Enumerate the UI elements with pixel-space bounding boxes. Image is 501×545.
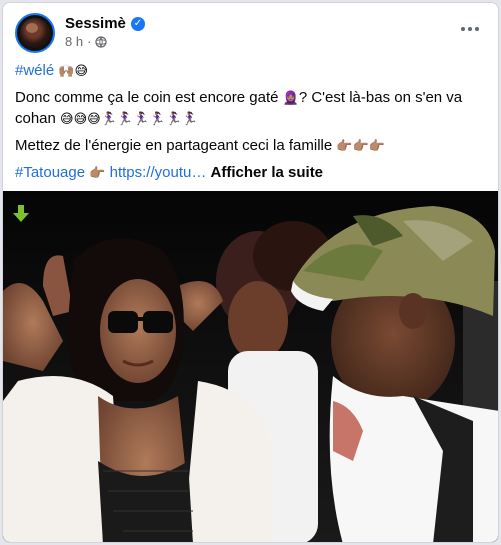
author-row: Sessimè ✓ bbox=[65, 15, 145, 32]
hashtag-wele[interactable]: #wélé bbox=[15, 62, 54, 79]
more-options-icon-dot bbox=[475, 27, 479, 31]
hashtag-emoji: 🙌🏽😅 bbox=[58, 64, 89, 79]
more-options-icon bbox=[461, 27, 465, 31]
more-options-icon-dot bbox=[468, 27, 472, 31]
author-avatar[interactable] bbox=[15, 13, 55, 53]
line2-emoji: 👉🏽👉🏽👉🏽 bbox=[336, 139, 385, 154]
post-line-2: Mettez de l'énergie en partageant ceci l… bbox=[15, 136, 486, 157]
hashtag-line: #wélé 🙌🏽😅 bbox=[15, 61, 486, 82]
avatar-highlight bbox=[26, 23, 38, 33]
post-time[interactable]: 8 h bbox=[65, 34, 83, 49]
post-meta: 8 h · bbox=[65, 34, 108, 49]
post-card: Sessimè ✓ 8 h · #wélé 🙌🏽😅 Donc comme ça … bbox=[2, 2, 499, 543]
photo-illustration bbox=[3, 191, 498, 542]
line1-emoji2: 😅😅😅🏃🏾‍♀️🏃🏾‍♀️🏃🏾‍♀️🏃🏾‍♀️🏃🏾‍♀️🏃🏾‍♀️ bbox=[60, 112, 198, 127]
meta-separator: · bbox=[87, 34, 92, 49]
line1-emoji: 🧕🏽 bbox=[282, 91, 299, 106]
post-line-1: Donc comme ça le coin est encore gaté 🧕🏽… bbox=[15, 88, 486, 130]
green-down-arrow-icon[interactable] bbox=[13, 205, 29, 223]
globe-icon bbox=[95, 35, 108, 48]
post-photo[interactable] bbox=[3, 191, 498, 542]
line1-text: Donc comme ça le coin est encore gaté bbox=[15, 89, 279, 106]
post-text: #wélé 🙌🏽😅 Donc comme ça le coin est enco… bbox=[15, 61, 486, 190]
youtube-link[interactable]: https://youtu… bbox=[110, 164, 207, 181]
post-header: Sessimè ✓ 8 h · bbox=[15, 13, 486, 57]
see-more-link[interactable]: Afficher la suite bbox=[211, 164, 324, 181]
more-options-button[interactable] bbox=[454, 17, 486, 41]
tag-emoji: 👉🏽 bbox=[89, 166, 106, 181]
line2-text: Mettez de l'énergie en partageant ceci l… bbox=[15, 137, 333, 154]
author-name[interactable]: Sessimè bbox=[65, 15, 126, 32]
hashtag-tatouage[interactable]: #Tatouage bbox=[15, 164, 85, 181]
post-line-3: #Tatouage 👉🏽 https://youtu… Afficher la … bbox=[15, 163, 486, 184]
verified-badge-icon: ✓ bbox=[130, 16, 145, 31]
avatar-image bbox=[20, 18, 50, 48]
